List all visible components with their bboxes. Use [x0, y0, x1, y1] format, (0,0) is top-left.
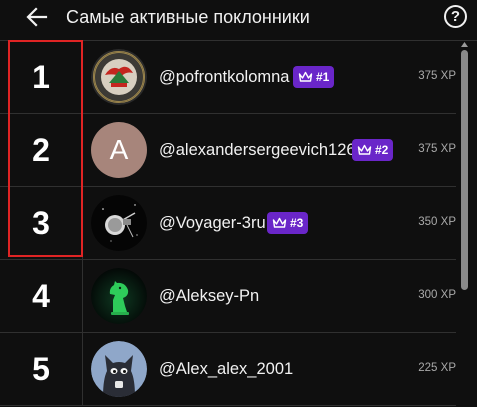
rank-number: 3 — [32, 204, 50, 241]
rank-number: 5 — [32, 350, 50, 387]
header: Самые активные поклонники ? — [0, 0, 477, 38]
fans-list: 1 @pofrontkolomna #1 375 XP 2 A @alexand… — [0, 40, 477, 407]
scroll-up-button[interactable] — [460, 40, 469, 48]
xp-value: 375 XP — [418, 143, 456, 155]
list-item[interactable]: 4 @Aleksey-Pn 300 XP — [0, 260, 456, 333]
page-title: Самые активные поклонники — [66, 7, 310, 27]
xp-value: 225 XP — [418, 362, 456, 374]
username[interactable]: @pofrontkolomna — [159, 67, 290, 87]
help-button[interactable]: ? — [444, 5, 467, 28]
rank-number: 2 — [32, 131, 50, 168]
xp-value: 300 XP — [418, 289, 456, 301]
back-button[interactable] — [24, 6, 50, 28]
badge-label: #2 — [375, 143, 389, 157]
question-circle-icon: ? — [450, 8, 461, 25]
rank-badge: #1 — [293, 66, 335, 88]
username[interactable]: @Voyager-3ru — [159, 213, 266, 233]
crown-icon — [298, 71, 313, 82]
chess-knight-avatar[interactable] — [91, 268, 147, 324]
username[interactable]: @Aleksey-Pn — [159, 286, 259, 306]
letter-avatar[interactable]: A — [91, 122, 147, 178]
badge-label: #3 — [290, 216, 304, 230]
xp-value: 350 XP — [418, 216, 456, 228]
rank-cell: 3 — [0, 187, 83, 259]
triangle-up-icon — [461, 41, 468, 47]
rank-badge: #2 — [352, 139, 394, 161]
crown-icon — [357, 144, 372, 155]
rank-number: 1 — [32, 58, 50, 95]
cat-avatar[interactable] — [91, 341, 147, 397]
list-item[interactable]: 3 @Voyager-3ru #3 350 XP — [0, 187, 456, 260]
crown-icon — [272, 217, 287, 228]
scrollbar-thumb[interactable] — [461, 50, 468, 290]
list-item[interactable]: 2 A @alexandersergeevich126 #2 375 XP — [0, 114, 456, 187]
badge-label: #1 — [316, 70, 330, 84]
username[interactable]: @Alex_alex_2001 — [159, 359, 293, 379]
list-item[interactable]: 1 @pofrontkolomna #1 375 XP — [0, 41, 456, 114]
rank-number: 4 — [32, 277, 50, 314]
avatar-letter: A — [109, 134, 129, 165]
emblem-avatar[interactable] — [91, 49, 147, 105]
xp-value: 375 XP — [418, 70, 456, 82]
scrollbar[interactable] — [460, 40, 469, 407]
rank-cell: 4 — [0, 260, 83, 332]
arrow-left-icon — [26, 7, 48, 27]
list-item[interactable]: 5 @Alex_alex_2001 225 XP — [0, 333, 456, 406]
rank-cell: 2 — [0, 114, 83, 186]
spacecraft-avatar[interactable] — [91, 195, 147, 251]
rank-cell: 5 — [0, 333, 83, 405]
username[interactable]: @alexandersergeevich126 — [159, 140, 356, 160]
rank-badge: #3 — [267, 212, 309, 234]
rank-cell: 1 — [0, 41, 83, 113]
